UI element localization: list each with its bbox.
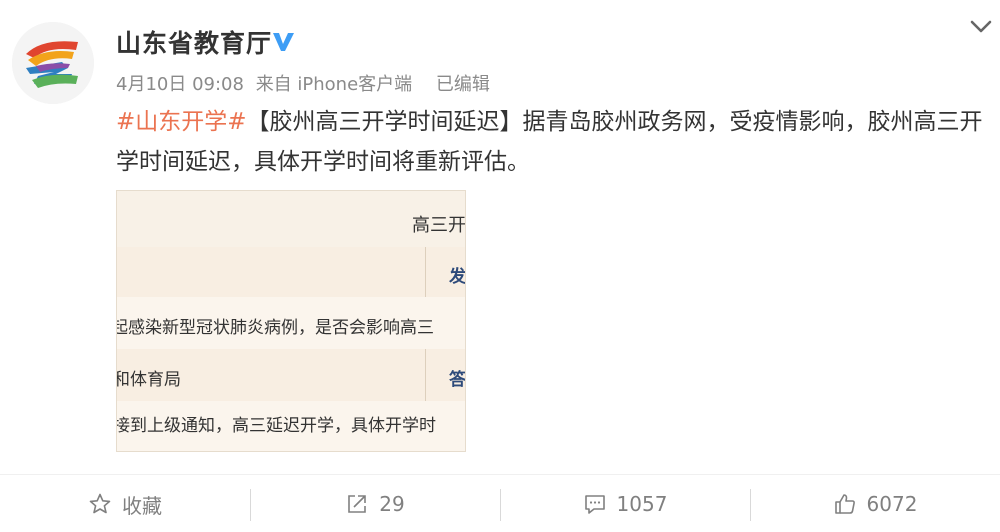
image-row-2: 起感染新型冠状肺炎病例，是否会影响高三: [116, 297, 465, 350]
image-row3-left: 和体育局: [116, 370, 181, 390]
share-icon: [348, 495, 367, 513]
image-divider: [425, 247, 426, 297]
logo-icon: [12, 22, 94, 104]
weibo-post-card: 山东省教育厅 4月10日 09:08 来自 iPhone客户端 已编辑 #山东开…: [0, 0, 1000, 532]
image-row4-text: 接到上级通知，高三延迟开学，具体开学时: [116, 416, 436, 436]
post-source: 来自 iPhone客户端: [255, 74, 413, 95]
image-row3-right: 答: [449, 370, 466, 390]
image-row1-right: 发: [449, 267, 466, 287]
image-divider: [425, 349, 426, 401]
edited-label[interactable]: 已编辑: [436, 74, 490, 95]
image-title: 高三开: [412, 215, 466, 236]
image-row-4: 接到上级通知，高三延迟开学，具体开学时: [116, 401, 465, 451]
star-icon: [89, 493, 111, 514]
repost-button[interactable]: 29: [250, 475, 500, 532]
thumbs-up-icon: [834, 494, 855, 514]
favorite-label: 收藏: [122, 493, 162, 518]
comment-icon: [584, 495, 605, 514]
comment-button[interactable]: 1057: [500, 475, 750, 532]
favorite-button[interactable]: 收藏: [0, 475, 250, 532]
comment-count: 1057: [616, 492, 668, 516]
image-row-1: 发: [117, 247, 466, 298]
like-count: 6072: [866, 492, 918, 516]
hashtag-link[interactable]: #山东开学#: [116, 109, 247, 135]
post-meta: 4月10日 09:08 来自 iPhone客户端 已编辑: [116, 70, 496, 96]
verified-v-icon: [273, 33, 294, 51]
action-bar: 收藏 29 1057 6072: [0, 474, 1000, 532]
image-title-row: 高三开: [117, 191, 466, 248]
post-text: #山东开学#【胶州高三开学时间延迟】据青岛胶州政务网，受疫情影响，胶州高三开学时…: [116, 102, 984, 182]
repost-count: 29: [379, 492, 405, 516]
avatar[interactable]: [12, 22, 94, 104]
post-timestamp[interactable]: 4月10日 09:08: [116, 74, 244, 95]
chevron-down-icon[interactable]: [966, 14, 996, 38]
like-button[interactable]: 6072: [750, 475, 1000, 532]
author-name[interactable]: 山东省教育厅: [116, 24, 272, 60]
image-row2-text: 起感染新型冠状肺炎病例，是否会影响高三: [116, 318, 434, 338]
post-image[interactable]: 高三开 发 起感染新型冠状肺炎病例，是否会影响高三 和体育局 答 接到上级通知，…: [116, 190, 466, 452]
post-body: 【胶州高三开学时间延迟】据青岛胶州政务网，受疫情影响，胶州高三开学时间延迟，具体…: [116, 109, 983, 175]
image-row-3: 和体育局 答: [116, 349, 466, 402]
